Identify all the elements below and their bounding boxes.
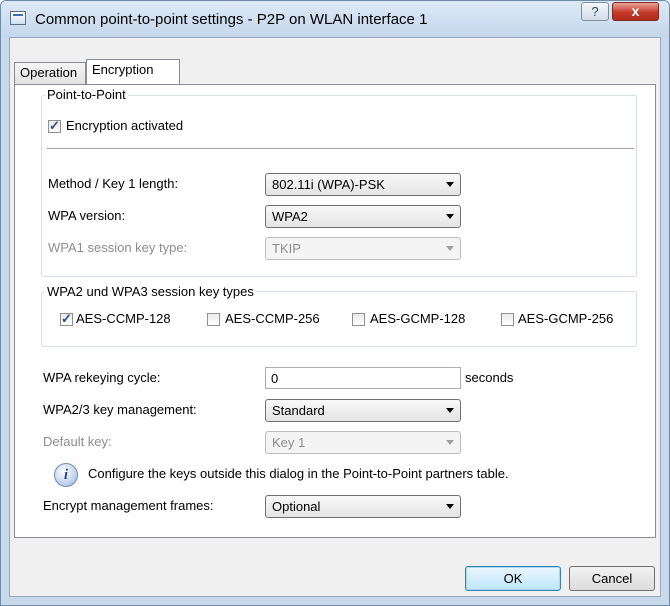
window-title: Common point-to-point settings - P2P on … xyxy=(35,11,428,28)
cancel-button[interactable]: Cancel xyxy=(569,566,655,591)
title-bar[interactable]: Common point-to-point settings - P2P on … xyxy=(1,1,669,37)
wpa-version-label: WPA version: xyxy=(48,208,126,223)
key-management-dropdown[interactable]: Standard xyxy=(265,399,461,422)
management-frames-label: Encrypt management frames: xyxy=(43,498,214,513)
encryption-activated-label: Encryption activated xyxy=(66,118,184,133)
encryption-tab-page: Point-to-Point Encryption activated Meth… xyxy=(14,84,656,538)
management-frames-dropdown[interactable]: Optional xyxy=(265,495,461,518)
info-icon: i xyxy=(54,463,78,487)
default-key-value: Key 1 xyxy=(272,435,306,450)
aes-gcmp-128-label: AES-GCMP-128 xyxy=(370,311,466,326)
chevron-down-icon xyxy=(446,214,454,219)
method-dropdown[interactable]: 802.11i (WPA)-PSK xyxy=(265,173,461,196)
aes-gcmp-128-checkbox[interactable] xyxy=(352,313,365,326)
chevron-down-icon xyxy=(446,246,454,251)
tab-operation[interactable]: Operation xyxy=(14,62,86,84)
dialog-window: Common point-to-point settings - P2P on … xyxy=(0,0,670,606)
group-separator xyxy=(47,148,634,150)
aes-gcmp-256-label: AES-GCMP-256 xyxy=(518,311,614,326)
info-text: Configure the keys outside this dialog i… xyxy=(88,466,509,481)
aes-ccmp-256-label: AES-CCMP-256 xyxy=(225,311,320,326)
window-icon xyxy=(10,11,26,25)
chevron-down-icon xyxy=(446,504,454,509)
chevron-down-icon xyxy=(446,408,454,413)
wpa-version-value: WPA2 xyxy=(272,209,308,224)
key-management-value: Standard xyxy=(272,403,325,418)
rekeying-cycle-input[interactable]: 0 xyxy=(265,367,461,389)
aes-gcmp-256-checkbox[interactable] xyxy=(501,313,514,326)
aes-ccmp-128-checkbox[interactable] xyxy=(60,311,73,327)
wpa1-key-type-dropdown: TKIP xyxy=(265,237,461,260)
wpa-version-dropdown[interactable]: WPA2 xyxy=(265,205,461,228)
rekeying-cycle-label: WPA rekeying cycle: xyxy=(43,370,161,385)
aes-ccmp-256-checkbox[interactable] xyxy=(207,313,220,326)
encryption-activated-checkbox[interactable] xyxy=(48,118,61,134)
wpa1-key-type-label: WPA1 session key type: xyxy=(48,240,188,255)
chevron-down-icon xyxy=(446,440,454,445)
default-key-dropdown: Key 1 xyxy=(265,431,461,454)
wpa1-key-type-value: TKIP xyxy=(272,241,301,256)
rekeying-cycle-value: 0 xyxy=(271,371,279,386)
key-management-label: WPA2/3 key management: xyxy=(43,402,197,417)
aes-ccmp-128-label: AES-CCMP-128 xyxy=(76,311,171,326)
tab-encryption[interactable]: Encryption xyxy=(86,59,180,84)
method-value: 802.11i (WPA)-PSK xyxy=(272,177,385,192)
help-button[interactable]: ? xyxy=(581,2,609,21)
rekeying-unit-label: seconds xyxy=(465,370,514,385)
point-to-point-legend: Point-to-Point xyxy=(45,87,128,102)
ok-button[interactable]: OK xyxy=(465,566,561,591)
close-button[interactable]: x xyxy=(612,2,659,21)
chevron-down-icon xyxy=(446,182,454,187)
dialog-body: Operation Encryption Point-to-Point Encr… xyxy=(9,37,661,597)
default-key-label: Default key: xyxy=(43,434,112,449)
management-frames-value: Optional xyxy=(272,499,321,514)
method-label: Method / Key 1 length: xyxy=(48,176,179,191)
session-key-types-legend: WPA2 und WPA3 session key types xyxy=(45,284,256,299)
